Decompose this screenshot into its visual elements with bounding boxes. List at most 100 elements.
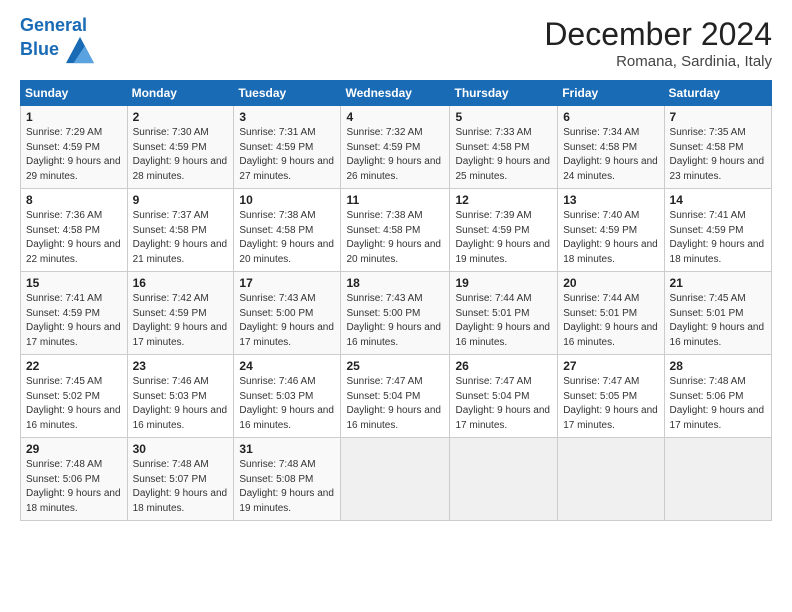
- day-header-saturday: Saturday: [664, 81, 771, 106]
- day-info: Sunrise: 7:39 AMSunset: 4:59 PMDaylight:…: [455, 209, 552, 267]
- day-number: 2: [133, 110, 229, 124]
- day-number: 23: [133, 359, 229, 373]
- calendar-cell: 29Sunrise: 7:48 AMSunset: 5:06 PMDayligh…: [21, 438, 128, 521]
- day-number: 30: [133, 442, 229, 456]
- day-info: Sunrise: 7:41 AMSunset: 4:59 PMDaylight:…: [26, 292, 122, 350]
- calendar-cell: 6Sunrise: 7:34 AMSunset: 4:58 PMDaylight…: [558, 106, 664, 189]
- day-info: Sunrise: 7:48 AMSunset: 5:06 PMDaylight:…: [670, 375, 766, 433]
- day-header-wednesday: Wednesday: [341, 81, 450, 106]
- day-info: Sunrise: 7:44 AMSunset: 5:01 PMDaylight:…: [563, 292, 658, 350]
- day-info: Sunrise: 7:38 AMSunset: 4:58 PMDaylight:…: [346, 209, 444, 267]
- day-info: Sunrise: 7:38 AMSunset: 4:58 PMDaylight:…: [239, 209, 335, 267]
- logo-text: General: [20, 16, 94, 36]
- day-header-friday: Friday: [558, 81, 664, 106]
- day-header-monday: Monday: [127, 81, 234, 106]
- day-number: 21: [670, 276, 766, 290]
- day-info: Sunrise: 7:47 AMSunset: 5:04 PMDaylight:…: [455, 375, 552, 433]
- day-number: 7: [670, 110, 766, 124]
- calendar-cell: 20Sunrise: 7:44 AMSunset: 5:01 PMDayligh…: [558, 272, 664, 355]
- calendar-cell: 26 Sunrise: 7:47 AMSunset: 5:04 PMDayligh…: [450, 355, 558, 438]
- calendar-cell: 2Sunrise: 7:30 AMSunset: 4:59 PMDaylight…: [127, 106, 234, 189]
- day-number: 24: [239, 359, 335, 373]
- calendar-cell: 9 Sunrise: 7:37 AMSunset: 4:58 PMDaylight…: [127, 189, 234, 272]
- calendar-cell: 3 Sunrise: 7:31 AMSunset: 4:59 PMDaylight…: [234, 106, 341, 189]
- calendar-cell: 10Sunrise: 7:38 AMSunset: 4:58 PMDayligh…: [234, 189, 341, 272]
- day-number: 18: [346, 276, 444, 290]
- calendar-cell: 19 Sunrise: 7:44 AMSunset: 5:01 PMDayligh…: [450, 272, 558, 355]
- calendar-cell: 23 Sunrise: 7:46 AMSunset: 5:03 PMDayligh…: [127, 355, 234, 438]
- day-info: Sunrise: 7:44 AMSunset: 5:01 PMDaylight:…: [455, 292, 552, 350]
- location: Romana, Sardinia, Italy: [544, 53, 772, 70]
- calendar-cell: 12 Sunrise: 7:39 AMSunset: 4:59 PMDayligh…: [450, 189, 558, 272]
- calendar-cell: 16 Sunrise: 7:42 AMSunset: 4:59 PMDayligh…: [127, 272, 234, 355]
- day-info: Sunrise: 7:46 AMSunset: 5:03 PMDaylight:…: [133, 375, 229, 433]
- day-number: 13: [563, 193, 658, 207]
- calendar-cell: 24Sunrise: 7:46 AMSunset: 5:03 PMDayligh…: [234, 355, 341, 438]
- day-info: Sunrise: 7:36 AMSunset: 4:58 PMDaylight:…: [26, 209, 122, 267]
- month-title: December 2024: [544, 16, 772, 53]
- calendar-cell: 17 Sunrise: 7:43 AMSunset: 5:00 PMDayligh…: [234, 272, 341, 355]
- day-number: 22: [26, 359, 122, 373]
- title-block: December 2024 Romana, Sardinia, Italy: [544, 16, 772, 70]
- day-number: 14: [670, 193, 766, 207]
- calendar-cell: 4 Sunrise: 7:32 AMSunset: 4:59 PMDaylight…: [341, 106, 450, 189]
- day-number: 1: [26, 110, 122, 124]
- calendar-cell: 30 Sunrise: 7:48 AMSunset: 5:07 PMDayligh…: [127, 438, 234, 521]
- calendar-table: SundayMondayTuesdayWednesdayThursdayFrid…: [20, 80, 772, 521]
- calendar-cell: 18Sunrise: 7:43 AMSunset: 5:00 PMDayligh…: [341, 272, 450, 355]
- day-info: Sunrise: 7:35 AMSunset: 4:58 PMDaylight:…: [670, 126, 766, 184]
- day-number: 5: [455, 110, 552, 124]
- day-number: 29: [26, 442, 122, 456]
- day-number: 25: [346, 359, 444, 373]
- day-header-sunday: Sunday: [21, 81, 128, 106]
- logo: General Blue: [20, 16, 94, 64]
- day-header-thursday: Thursday: [450, 81, 558, 106]
- calendar-cell: 14 Sunrise: 7:41 AMSunset: 4:59 PMDayligh…: [664, 189, 771, 272]
- calendar-cell: [664, 438, 771, 521]
- day-number: 8: [26, 193, 122, 207]
- day-info: Sunrise: 7:40 AMSunset: 4:59 PMDaylight:…: [563, 209, 658, 267]
- day-info: Sunrise: 7:48 AMSunset: 5:08 PMDaylight:…: [239, 458, 335, 516]
- day-info: Sunrise: 7:45 AMSunset: 5:01 PMDaylight:…: [670, 292, 766, 350]
- day-number: 26: [455, 359, 552, 373]
- day-number: 4: [346, 110, 444, 124]
- day-number: 17: [239, 276, 335, 290]
- calendar-cell: 7 Sunrise: 7:35 AMSunset: 4:58 PMDaylight…: [664, 106, 771, 189]
- day-number: 9: [133, 193, 229, 207]
- day-number: 11: [346, 193, 444, 207]
- calendar-cell: 1 Sunrise: 7:29 AMSunset: 4:59 PMDaylight…: [21, 106, 128, 189]
- day-number: 27: [563, 359, 658, 373]
- day-info: Sunrise: 7:37 AMSunset: 4:58 PMDaylight:…: [133, 209, 229, 267]
- day-info: Sunrise: 7:42 AMSunset: 4:59 PMDaylight:…: [133, 292, 229, 350]
- calendar-cell: 13 Sunrise: 7:40 AMSunset: 4:59 PMDayligh…: [558, 189, 664, 272]
- calendar-cell: 5 Sunrise: 7:33 AMSunset: 4:58 PMDaylight…: [450, 106, 558, 189]
- calendar-page: General Blue December 2024 Romana, Sardi…: [0, 0, 792, 612]
- day-info: Sunrise: 7:29 AMSunset: 4:59 PMDaylight:…: [26, 126, 122, 184]
- day-number: 28: [670, 359, 766, 373]
- calendar-cell: 27 Sunrise: 7:47 AMSunset: 5:05 PMDayligh…: [558, 355, 664, 438]
- calendar-cell: 21 Sunrise: 7:45 AMSunset: 5:01 PMDayligh…: [664, 272, 771, 355]
- calendar-cell: 11 Sunrise: 7:38 AMSunset: 4:58 PMDayligh…: [341, 189, 450, 272]
- day-info: Sunrise: 7:47 AMSunset: 5:05 PMDaylight:…: [563, 375, 658, 433]
- day-number: 3: [239, 110, 335, 124]
- day-info: Sunrise: 7:32 AMSunset: 4:59 PMDaylight:…: [346, 126, 444, 184]
- day-number: 19: [455, 276, 552, 290]
- logo-text2: Blue: [20, 36, 94, 64]
- day-info: Sunrise: 7:33 AMSunset: 4:58 PMDaylight:…: [455, 126, 552, 184]
- day-info: Sunrise: 7:48 AMSunset: 5:07 PMDaylight:…: [133, 458, 229, 516]
- day-info: Sunrise: 7:43 AMSunset: 5:00 PMDaylight:…: [239, 292, 335, 350]
- day-number: 15: [26, 276, 122, 290]
- day-info: Sunrise: 7:47 AMSunset: 5:04 PMDaylight:…: [346, 375, 444, 433]
- day-number: 6: [563, 110, 658, 124]
- day-number: 12: [455, 193, 552, 207]
- day-info: Sunrise: 7:45 AMSunset: 5:02 PMDaylight:…: [26, 375, 122, 433]
- day-info: Sunrise: 7:41 AMSunset: 4:59 PMDaylight:…: [670, 209, 766, 267]
- day-header-tuesday: Tuesday: [234, 81, 341, 106]
- day-info: Sunrise: 7:31 AMSunset: 4:59 PMDaylight:…: [239, 126, 335, 184]
- calendar-cell: 28 Sunrise: 7:48 AMSunset: 5:06 PMDayligh…: [664, 355, 771, 438]
- calendar-cell: 25 Sunrise: 7:47 AMSunset: 5:04 PMDayligh…: [341, 355, 450, 438]
- day-number: 16: [133, 276, 229, 290]
- calendar-cell: 31Sunrise: 7:48 AMSunset: 5:08 PMDayligh…: [234, 438, 341, 521]
- calendar-cell: 8 Sunrise: 7:36 AMSunset: 4:58 PMDaylight…: [21, 189, 128, 272]
- calendar-cell: 22 Sunrise: 7:45 AMSunset: 5:02 PMDayligh…: [21, 355, 128, 438]
